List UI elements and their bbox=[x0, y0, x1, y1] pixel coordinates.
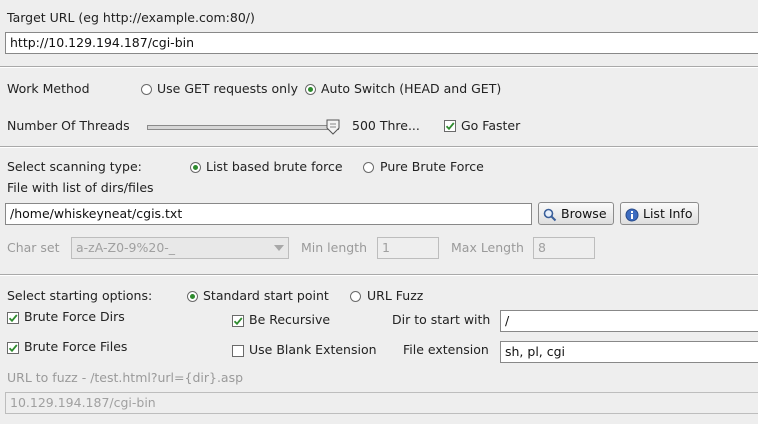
radio-standard-start-label[interactable]: Standard start point bbox=[203, 288, 329, 304]
radio-list-based[interactable] bbox=[190, 162, 201, 173]
threads-slider-thumb[interactable] bbox=[326, 119, 340, 135]
browse-button-label: Browse bbox=[561, 206, 607, 221]
file-list-input[interactable]: /home/whiskeyneat/cgis.txt bbox=[5, 203, 532, 225]
brute-dirs-checkbox[interactable] bbox=[7, 312, 19, 324]
blank-extension-label[interactable]: Use Blank Extension bbox=[249, 342, 377, 358]
list-info-button[interactable]: List Info bbox=[620, 202, 700, 225]
threads-label: Number Of Threads bbox=[7, 118, 130, 133]
blank-extension-checkbox[interactable] bbox=[232, 345, 244, 357]
brute-files-checkbox[interactable] bbox=[7, 342, 19, 354]
radio-list-based-label[interactable]: List based brute force bbox=[206, 159, 343, 175]
max-length-input[interactable]: 8 bbox=[533, 237, 595, 259]
radio-url-fuzz[interactable] bbox=[350, 291, 361, 302]
min-length-input[interactable]: 1 bbox=[377, 237, 439, 259]
separator bbox=[0, 274, 758, 276]
radio-auto-switch-label[interactable]: Auto Switch (HEAD and GET) bbox=[321, 81, 501, 97]
charset-label: Char set bbox=[7, 240, 60, 255]
max-length-label: Max Length bbox=[451, 240, 524, 255]
brute-dirs-label[interactable]: Brute Force Dirs bbox=[24, 309, 125, 325]
charset-select[interactable]: a-zA-Z0-9%20-_ bbox=[71, 237, 289, 259]
target-url-input[interactable]: http://10.129.194.187/cgi-bin bbox=[5, 32, 758, 54]
browse-button[interactable]: Browse bbox=[538, 202, 614, 225]
dir-start-input[interactable]: / bbox=[500, 310, 758, 332]
dir-start-label: Dir to start with bbox=[392, 312, 491, 327]
be-recursive-label[interactable]: Be Recursive bbox=[249, 312, 330, 328]
radio-pure-brute-label[interactable]: Pure Brute Force bbox=[380, 159, 484, 175]
radio-standard-start[interactable] bbox=[187, 291, 198, 302]
radio-url-fuzz-label[interactable]: URL Fuzz bbox=[367, 288, 423, 304]
brute-files-label[interactable]: Brute Force Files bbox=[24, 339, 127, 355]
work-method-label: Work Method bbox=[7, 81, 90, 96]
go-faster-checkbox[interactable] bbox=[444, 120, 456, 132]
radio-get-only-label[interactable]: Use GET requests only bbox=[157, 81, 298, 97]
scanning-type-label: Select scanning type: bbox=[7, 159, 142, 174]
radio-get-only[interactable] bbox=[141, 84, 152, 95]
be-recursive-checkbox[interactable] bbox=[232, 315, 244, 327]
chevron-down-icon bbox=[274, 245, 284, 251]
threads-value: 500 Thre... bbox=[352, 118, 420, 133]
url-fuzz-label: URL to fuzz - /test.html?url={dir}.asp bbox=[7, 370, 244, 385]
target-url-label: Target URL (eg http://example.com:80/) bbox=[7, 10, 255, 25]
charset-select-value: a-zA-Z0-9%20-_ bbox=[76, 240, 176, 255]
min-length-label: Min length bbox=[301, 240, 367, 255]
radio-auto-switch[interactable] bbox=[305, 84, 316, 95]
start-options-label: Select starting options: bbox=[7, 288, 153, 303]
list-info-button-label: List Info bbox=[643, 206, 693, 221]
url-fuzz-input[interactable]: 10.129.194.187/cgi-bin bbox=[5, 392, 758, 414]
file-list-label: File with list of dirs/files bbox=[7, 180, 154, 195]
separator bbox=[0, 66, 758, 68]
go-faster-label[interactable]: Go Faster bbox=[461, 118, 520, 134]
magnifier-icon bbox=[543, 208, 557, 222]
info-icon bbox=[625, 208, 639, 222]
radio-pure-brute[interactable] bbox=[363, 162, 374, 173]
file-extension-label: File extension bbox=[403, 342, 489, 357]
separator bbox=[0, 146, 758, 148]
file-extension-input[interactable]: sh, pl, cgi bbox=[500, 341, 758, 363]
threads-slider-track[interactable] bbox=[147, 125, 339, 130]
